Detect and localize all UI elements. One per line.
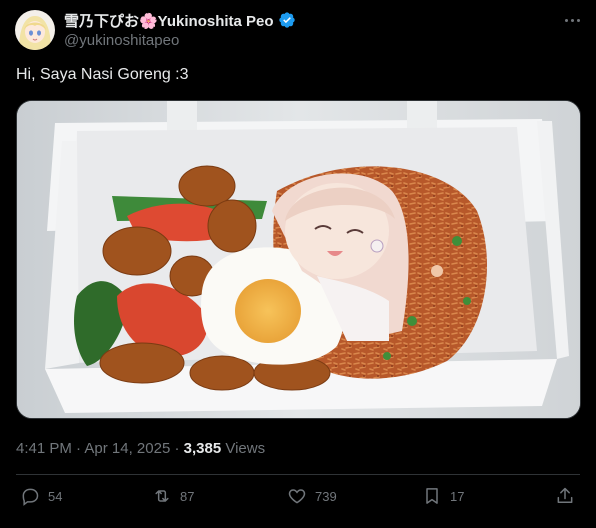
views-label: Views bbox=[225, 440, 266, 457]
reply-count: 54 bbox=[48, 488, 63, 504]
repost-count: 87 bbox=[180, 488, 195, 504]
action-bar: 54 87 739 17 bbox=[0, 482, 596, 516]
tweet-date[interactable]: Apr 14, 2025 bbox=[84, 440, 170, 457]
like-count: 739 bbox=[315, 488, 337, 504]
reply-button[interactable]: 54 bbox=[20, 486, 62, 506]
like-icon bbox=[287, 486, 307, 506]
repost-button[interactable]: 87 bbox=[152, 486, 194, 506]
avatar[interactable] bbox=[15, 10, 55, 50]
reply-icon bbox=[20, 486, 40, 506]
like-button[interactable]: 739 bbox=[287, 486, 337, 506]
bookmark-icon bbox=[422, 486, 442, 506]
bookmark-count: 17 bbox=[450, 488, 465, 504]
tweet-meta: 4:41 PM · Apr 14, 2025 · 3,385 Views bbox=[16, 440, 265, 457]
verified-badge-icon bbox=[278, 11, 296, 29]
views-count: 3,385 bbox=[183, 440, 222, 457]
bookmark-button[interactable]: 17 bbox=[422, 486, 464, 506]
more-icon[interactable] bbox=[560, 10, 584, 30]
tweet: 雪乃下ぴお🌸Yukinoshita Peo @yukinoshitapeo Hi… bbox=[0, 0, 596, 528]
share-icon bbox=[555, 486, 575, 506]
author-display-name[interactable]: 雪乃下ぴお🌸Yukinoshita Peo bbox=[64, 10, 274, 31]
tweet-time[interactable]: 4:41 PM bbox=[16, 440, 72, 457]
share-button[interactable] bbox=[555, 486, 575, 506]
tweet-image[interactable] bbox=[16, 100, 581, 419]
meta-separator: · bbox=[174, 440, 184, 457]
tweet-text: Hi, Saya Nasi Goreng :3 bbox=[16, 66, 189, 83]
repost-icon bbox=[152, 486, 172, 506]
author-name-row[interactable]: 雪乃下ぴお🌸Yukinoshita Peo bbox=[64, 10, 296, 31]
divider bbox=[16, 474, 580, 475]
author-handle[interactable]: @yukinoshitapeo bbox=[64, 32, 179, 49]
